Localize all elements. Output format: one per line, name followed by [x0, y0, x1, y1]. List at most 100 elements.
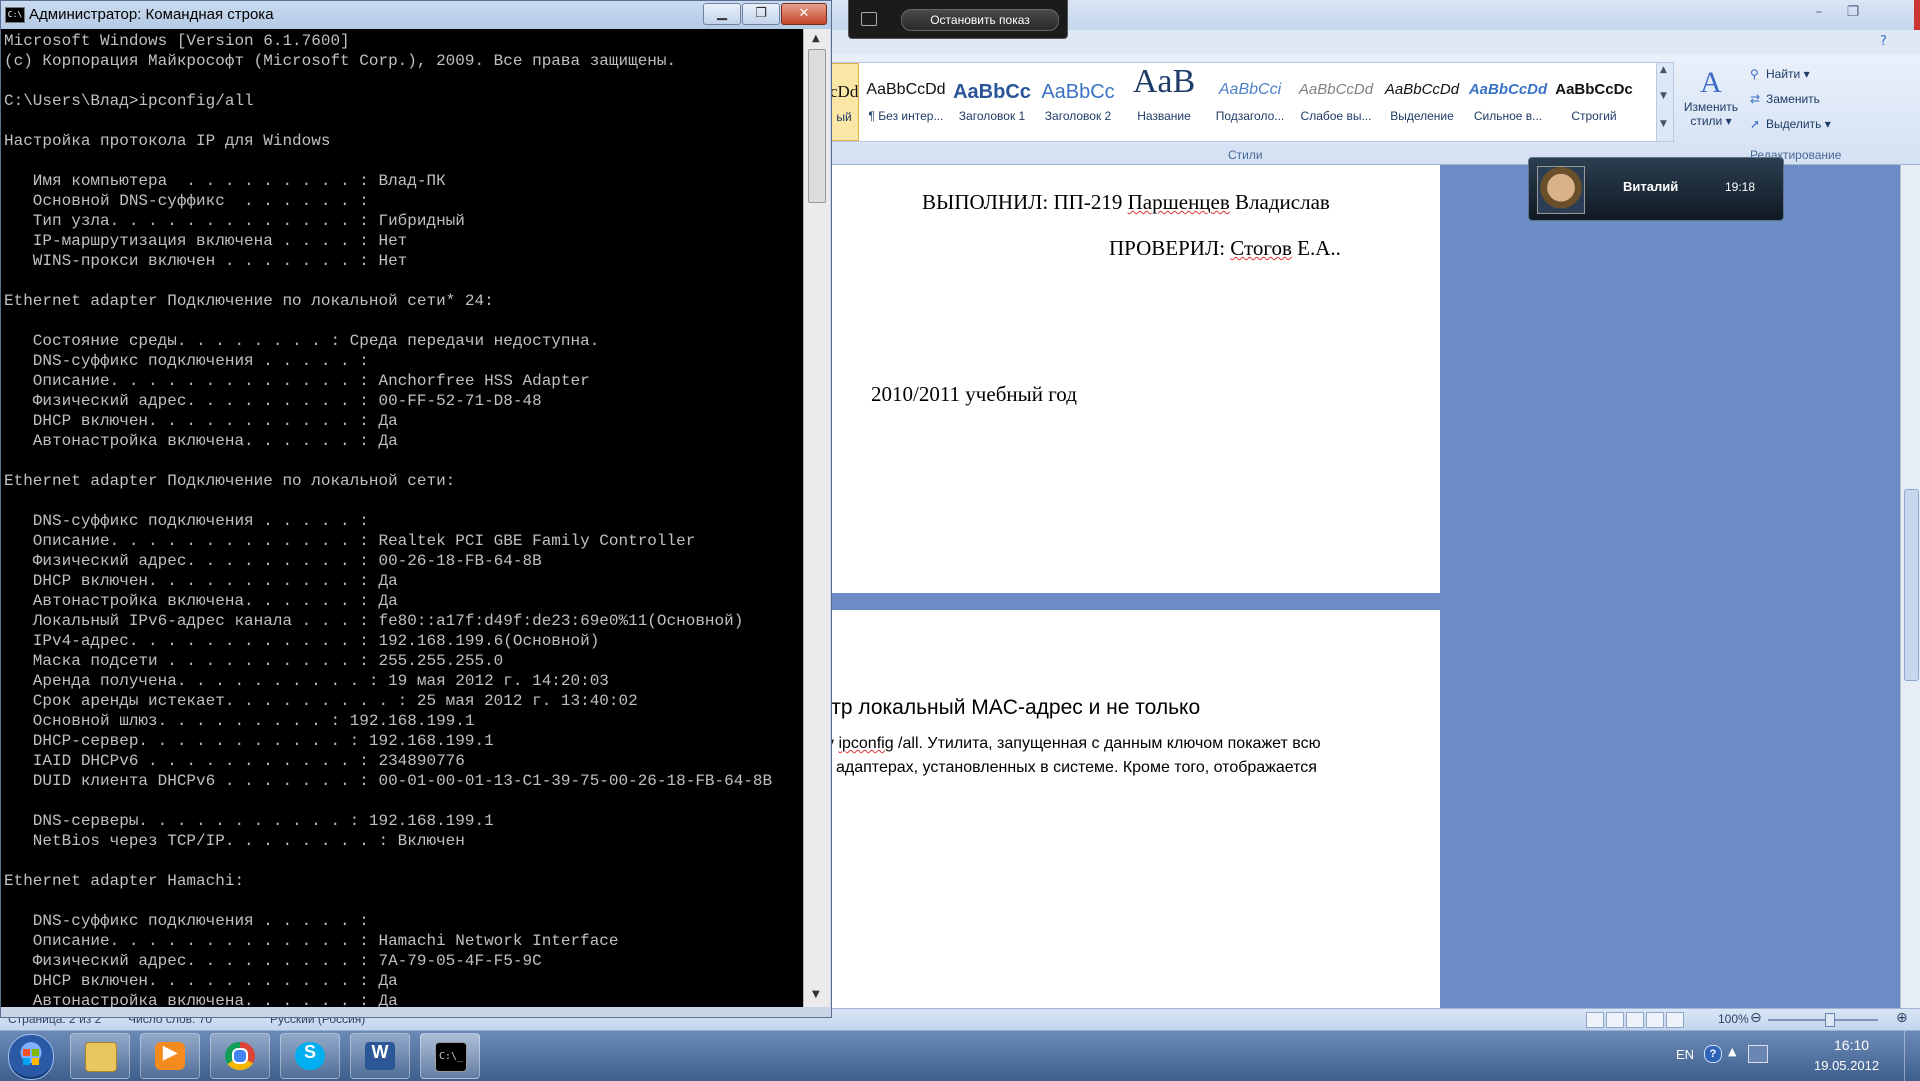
start-button[interactable] [8, 1034, 54, 1080]
style-name: ый [836, 110, 852, 124]
document-page-1[interactable]: ВЫПОЛНИЛ: ПП-219 Паршенцев Владислав ПРО… [820, 165, 1440, 593]
taskbar-explorer[interactable] [70, 1033, 130, 1079]
console-line: DNS-суффикс подключения . . . . . : [4, 352, 369, 370]
zoom-in-icon[interactable]: ⊕ [1896, 1010, 1908, 1026]
document-page-2[interactable]: отр локальный MAC-адрес и не только у ip… [820, 610, 1440, 1010]
replace-button[interactable]: ⇄ Заменить [1750, 87, 1850, 112]
close-icon[interactable] [1914, 0, 1920, 30]
maximize-icon[interactable]: ❐ [1840, 4, 1866, 22]
scroll-up-icon[interactable]: ▲ [812, 33, 820, 44]
console-line: Имя компьютера . . . . . . . . . : Влад-… [4, 172, 446, 190]
help-icon[interactable]: ? [1880, 34, 1887, 49]
change-styles-label-2: стили ▾ [1690, 114, 1732, 128]
console-output[interactable]: Microsoft Windows [Version 6.1.7600] (c)… [1, 29, 803, 1007]
web-layout-icon[interactable] [1626, 1012, 1644, 1028]
console-line: Физический адрес. . . . . . . . . : 00-2… [4, 552, 542, 570]
console-line: Основной DNS-суффикс . . . . . . : [4, 192, 369, 210]
style-preview: AaBbCcDd [1384, 81, 1460, 98]
style-item-heading-1[interactable]: AaBbCc Заголовок 1 [949, 63, 1035, 141]
style-item-heading-2[interactable]: AaBbCc Заголовок 2 [1035, 63, 1121, 141]
clock-time[interactable]: 16:10 [1834, 1037, 1869, 1053]
cmd-titlebar[interactable]: C:\ Администратор: Командная строка ▁ ❐ … [1, 1, 831, 29]
find-button[interactable]: ⚲ Найти ▾ [1750, 62, 1850, 87]
language-indicator[interactable]: EN [1676, 1047, 1694, 1062]
console-scrollbar[interactable]: ▲ ▼ [803, 29, 830, 1007]
scroll-down-icon[interactable]: ▼ [812, 989, 820, 1000]
window-mode-icon[interactable] [861, 12, 877, 26]
console-line: Основной шлюз. . . . . . . . . : 192.168… [4, 712, 475, 730]
taskbar-cmd[interactable]: C:\_ [420, 1033, 480, 1079]
cmd-app-icon[interactable]: C:\ [5, 7, 25, 23]
print-layout-icon[interactable] [1586, 1012, 1604, 1028]
style-name: Строгий [1571, 109, 1617, 123]
draft-icon[interactable] [1666, 1012, 1684, 1028]
cmd-frame-bottom [1, 1007, 831, 1017]
style-name: Название [1137, 109, 1191, 123]
style-item-title[interactable]: AaB Название [1121, 63, 1207, 141]
folder-icon [85, 1042, 117, 1072]
doc-heading: отр локальный MAC-адрес и не только [820, 696, 1201, 719]
console-line: Локальный IPv6-адрес канала . . . : fe80… [4, 612, 744, 630]
style-item-intense-emphasis[interactable]: AaBbCcDd Сильное в... [1465, 63, 1551, 141]
show-desktop-button[interactable] [1904, 1031, 1919, 1081]
taskbar-chrome[interactable] [210, 1033, 270, 1079]
taskbar-media-player[interactable]: ▶ [140, 1033, 200, 1079]
minimize-icon[interactable]: – [1806, 4, 1832, 22]
chevron-down-icon[interactable]: ▼ [1660, 91, 1667, 101]
styles-gallery-scroll[interactable]: ▲ ▼ ▼ [1656, 62, 1674, 142]
style-name: ¶ Без интер... [868, 109, 944, 123]
style-item-strong[interactable]: AaBbCcDc Строгий [1551, 63, 1637, 141]
style-item-no-spacing[interactable]: AaBbCcDd ¶ Без интер... [863, 63, 949, 141]
maximize-button[interactable]: ❐ [742, 3, 780, 25]
console-line: DHCP включен. . . . . . . . . . . : Да [4, 572, 398, 590]
zoom-slider[interactable] [1768, 1019, 1878, 1021]
taskbar-word[interactable]: W [350, 1033, 410, 1079]
taskbar-skype[interactable]: S [280, 1033, 340, 1079]
help-icon[interactable]: ? [1704, 1045, 1722, 1063]
editing-group: ⚲ Найти ▾ ⇄ Заменить ➚ Выделить ▾ [1750, 62, 1850, 162]
cursor-icon: ➚ [1750, 117, 1761, 131]
network-icon[interactable] [1748, 1045, 1768, 1063]
change-styles-button[interactable]: A Изменить стили ▾ [1676, 62, 1746, 142]
media-player-icon: ▶ [155, 1042, 185, 1070]
document-scrollbar[interactable] [1900, 165, 1920, 1008]
skype-notification[interactable]: Виталий 19:18 [1528, 157, 1784, 221]
style-item-subtle-emphasis[interactable]: AaBbCcDd Слабое вы... [1293, 63, 1379, 141]
doc-paragraph-line: адаптерах, установленных в системе. Кром… [836, 759, 1317, 776]
style-name: Подзаголо... [1215, 109, 1285, 123]
zoom-out-icon[interactable]: ⊖ [1750, 1010, 1762, 1026]
console-line: Описание. . . . . . . . . . . . . : Anch… [4, 372, 590, 390]
clock-date[interactable]: 19.05.2012 [1814, 1058, 1879, 1073]
scrollbar-thumb[interactable] [1904, 489, 1919, 681]
outline-icon[interactable] [1646, 1012, 1664, 1028]
notification-time: 19:18 [1725, 180, 1756, 194]
scrollbar-thumb[interactable] [808, 49, 826, 203]
style-item-emphasis[interactable]: AaBbCcDd Выделение [1379, 63, 1465, 141]
style-name: Сильное в... [1473, 109, 1543, 123]
close-button[interactable]: ✕ [781, 3, 827, 25]
cmd-window: C:\ Администратор: Командная строка ▁ ❐ … [0, 0, 832, 1018]
replace-label: Заменить [1766, 92, 1820, 106]
full-screen-reading-icon[interactable] [1606, 1012, 1624, 1028]
show-hidden-icons-icon[interactable]: ▲ [1728, 1045, 1736, 1058]
console-line: Срок аренды истекает. . . . . . . . . : … [4, 692, 638, 710]
styles-group-label: Стили [1228, 148, 1263, 162]
console-line: Состояние среды. . . . . . . . : Среда п… [4, 332, 600, 350]
style-item-subtitle[interactable]: AaBbCci Подзаголо... [1207, 63, 1293, 141]
more-icon[interactable]: ▼ [1660, 119, 1667, 129]
doc-text: Паршенцев [1127, 190, 1230, 214]
select-button[interactable]: ➚ Выделить ▾ [1750, 112, 1850, 137]
zoom-slider-thumb[interactable] [1825, 1013, 1835, 1027]
style-item-normal[interactable]: cDd ый [829, 63, 859, 141]
chevron-up-icon[interactable]: ▲ [1660, 65, 1667, 75]
doc-line-author: ВЫПОЛНИЛ: ПП-219 Паршенцев Владислав [922, 190, 1330, 215]
console-line: WINS-прокси включен . . . . . . . : Нет [4, 252, 408, 270]
minimize-button[interactable]: ▁ [703, 3, 741, 25]
slideshow-toolbar: Остановить показ [848, 0, 1068, 39]
contact-name: Виталий [1623, 179, 1679, 194]
style-preview: AaBbCcDc [1555, 81, 1633, 98]
console-line: Физический адрес. . . . . . . . . : 00-F… [4, 392, 542, 410]
zoom-level[interactable]: 100% [1718, 1012, 1749, 1026]
stop-show-button[interactable]: Остановить показ [901, 9, 1059, 31]
console-line: (c) Корпорация Майкрософт (Microsoft Cor… [4, 52, 677, 70]
